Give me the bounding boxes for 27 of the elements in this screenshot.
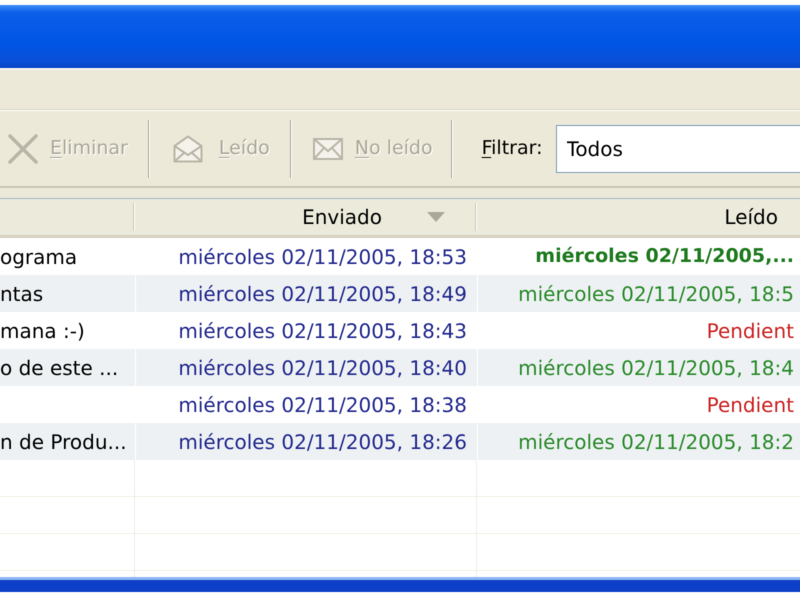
table-cell-text: Pendient (706, 392, 794, 418)
column-header[interactable]: Leído (477, 199, 800, 235)
table-cell-text: ograma (0, 244, 78, 270)
table-cell-text: mana :-) (0, 318, 85, 344)
table-cell-text: Pendient (706, 318, 794, 344)
table-cell-text: miércoles 02/11/2005, 18:43 (178, 318, 467, 344)
cross-icon (8, 134, 38, 164)
open-envelope-icon (172, 134, 203, 162)
table-cell-text: miércoles 02/11/2005, 18:49 (178, 280, 467, 308)
table-cell-text: miércoles 02/11/2005, 18:2 (518, 428, 794, 456)
table-cell-text: miércoles 02/11/2005, 18:53 (178, 244, 467, 270)
table-cell-text: miércoles 02/11/2005, 18:5 (518, 280, 794, 308)
table-row[interactable]: o de este ... miércoles 02/11/2005, 18:40 miércoles 02/11/2005, 18:4 (0, 349, 800, 386)
table-cell-text: miércoles 02/11/2005, 18:38 (178, 392, 467, 418)
filter-field[interactable]: Todos (556, 124, 800, 172)
table-cell-text: miércoles 02/11/2005, 18:40 (178, 354, 467, 382)
envelope-icon (312, 138, 343, 160)
table-cell-text: miércoles 02/11/2005,... (535, 244, 794, 270)
table-cell-text: miércoles 02/11/2005, 18:26 (178, 428, 467, 456)
table-row[interactable]: ntas miércoles 02/11/2005, 18:49 miércoles 02/11/2005, 18:5 (0, 275, 800, 312)
table-cell-text: miércoles 02/11/2005, 18:4 (518, 354, 794, 382)
table-cell-text: ntas (0, 280, 44, 308)
table-row[interactable]: n de Produ... miércoles 02/11/2005, 18:26 miércoles 02/11/2005, 18:2 (0, 423, 800, 460)
table-cell-text: o de este ... (0, 354, 118, 382)
column-header[interactable]: Enviado (135, 199, 475, 235)
table-cell-text: n de Produ... (0, 428, 127, 456)
filter-label: Filtrar: (482, 136, 542, 162)
